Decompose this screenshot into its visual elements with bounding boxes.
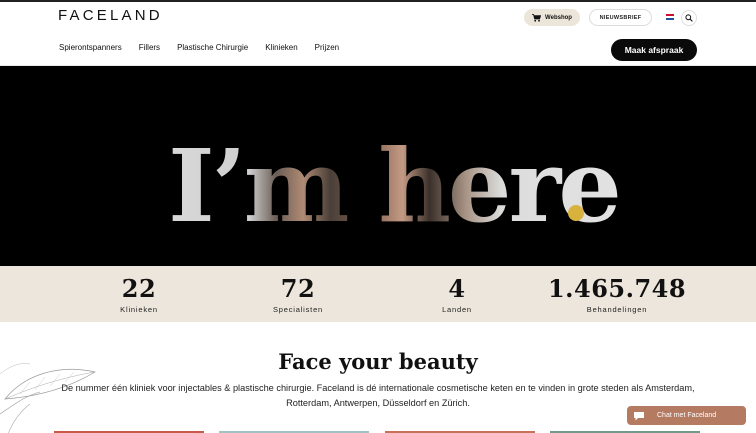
site-header: FACELAND Webshop NIEUWSBRIEF Spierontspa… bbox=[0, 2, 756, 66]
stats-bar: 22 Klinieken 72 Specialisten 4 Landen 1.… bbox=[0, 266, 756, 322]
stat-label: Behandelingen bbox=[586, 305, 648, 314]
newsletter-label: NIEUWSBRIEF bbox=[599, 14, 642, 21]
hero-graphic: I’m here bbox=[168, 127, 622, 245]
stat-value: 4 bbox=[448, 274, 466, 303]
webshop-label: Webshop bbox=[545, 14, 572, 21]
hero-gold-dot bbox=[568, 205, 584, 221]
search-button[interactable] bbox=[681, 10, 697, 26]
hero-headline: I’m here bbox=[168, 127, 619, 245]
webshop-button[interactable]: Webshop bbox=[524, 9, 580, 26]
dutch-flag-icon[interactable] bbox=[666, 14, 674, 20]
newsletter-button[interactable]: NIEUWSBRIEF bbox=[589, 9, 652, 26]
intro-text: De nummer één kliniek voor injectables &… bbox=[61, 383, 695, 408]
faceland-logo[interactable]: FACELAND bbox=[58, 7, 163, 25]
stat-label: Landen bbox=[442, 305, 472, 314]
nav-item-spierontspanners[interactable]: Spierontspanners bbox=[59, 43, 122, 52]
stat-landen: 4 Landen bbox=[377, 274, 537, 315]
cart-icon bbox=[532, 13, 542, 22]
hero-banner: I’m here bbox=[0, 66, 756, 266]
chat-button[interactable]: Chat met Faceland bbox=[627, 406, 746, 425]
stat-label: Klinieken bbox=[120, 305, 158, 314]
main-nav: Spierontspanners Fillers Plastische Chir… bbox=[59, 43, 356, 52]
nav-item-plastische-chirurgie[interactable]: Plastische Chirurgie bbox=[177, 43, 248, 52]
cta-label: Maak afspraak bbox=[624, 45, 684, 55]
stat-behandelingen: 1.465.748 Behandelingen bbox=[537, 274, 697, 315]
section-title: Face your beauty bbox=[278, 349, 478, 374]
logo-text: FACELAND bbox=[58, 7, 163, 24]
stat-value: 72 bbox=[280, 274, 316, 303]
stat-value: 1.465.748 bbox=[547, 274, 687, 303]
chat-label: Chat met Faceland bbox=[657, 412, 717, 419]
stat-label: Specialisten bbox=[272, 305, 324, 314]
stat-value: 22 bbox=[121, 274, 157, 303]
stat-klinieken: 22 Klinieken bbox=[59, 274, 219, 315]
nav-item-fillers[interactable]: Fillers bbox=[139, 43, 160, 52]
search-icon bbox=[685, 14, 693, 22]
chat-bubble-icon bbox=[634, 411, 644, 420]
nav-item-klinieken[interactable]: Klinieken bbox=[265, 43, 297, 52]
nav-item-prijzen[interactable]: Prijzen bbox=[315, 43, 339, 52]
book-appointment-button[interactable]: Maak afspraak bbox=[611, 39, 697, 61]
stat-specialisten: 72 Specialisten bbox=[218, 274, 378, 315]
